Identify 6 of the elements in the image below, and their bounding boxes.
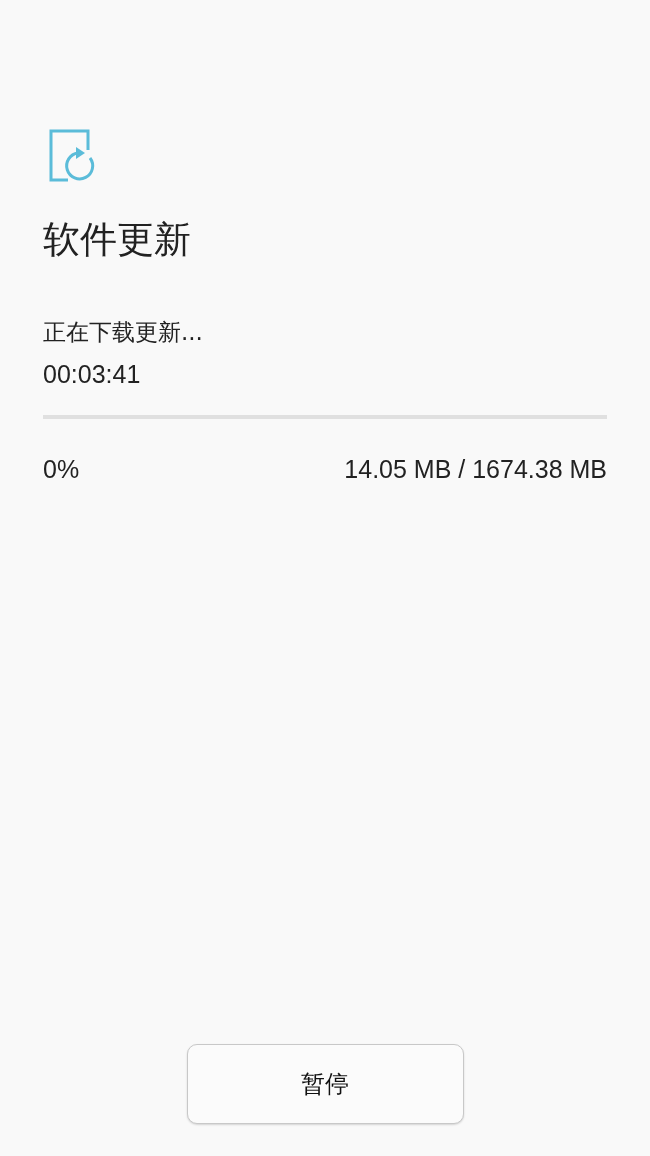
size-text: 14.05 MB / 1674.38 MB — [344, 454, 607, 485]
page-title: 软件更新 — [43, 218, 191, 262]
percent-text: 0% — [43, 454, 80, 485]
pause-button[interactable]: 暂停 — [186, 1044, 464, 1124]
elapsed-time: 00:03:41 — [43, 359, 141, 390]
status-text: 正在下载更新... — [43, 318, 203, 347]
